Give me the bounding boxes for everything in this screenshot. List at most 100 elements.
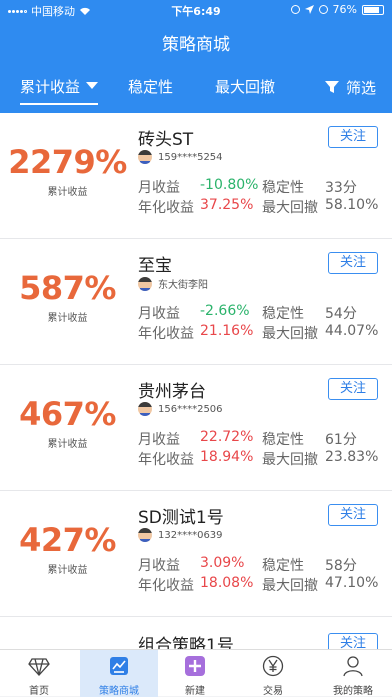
battery-percent: 76%: [332, 3, 357, 16]
avatar: [138, 150, 152, 164]
strategy-owner: 东大街李阳: [138, 276, 208, 291]
stability-label: 稳定性: [262, 306, 304, 322]
monthly-value: 22.72%: [200, 429, 254, 445]
tabbar-label: 首页: [29, 686, 49, 697]
annual-value: 18.08%: [200, 575, 254, 591]
metric-row: 年化收益 18.94% 最大回撤 23.83%: [138, 449, 378, 469]
cumulative-return: 587%: [19, 269, 116, 307]
stability-value: 61分: [325, 432, 357, 448]
strategy-name: 砖头ST: [138, 130, 194, 150]
metric-row: 年化收益 18.08% 最大回撤 47.10%: [138, 575, 378, 595]
drawdown-value: 44.07%: [325, 323, 379, 339]
monthly-label: 月收益: [138, 306, 180, 322]
monthly-label: 月收益: [138, 558, 180, 574]
tabbar-label: 我的策略: [333, 686, 373, 697]
diamond-icon: [28, 658, 50, 676]
strategy-card[interactable]: 427% 累计收益 SD测试1号 132****0639 关注 月收益 3.09…: [0, 491, 392, 617]
monthly-label: 月收益: [138, 432, 180, 448]
follow-button[interactable]: 关注: [328, 504, 378, 526]
user-icon: [343, 656, 363, 677]
owner-name: 156****2506: [158, 403, 223, 415]
follow-button[interactable]: 关注: [328, 126, 378, 148]
tabbar-home[interactable]: 首页: [0, 650, 78, 697]
tab-label: 累计收益: [20, 78, 81, 96]
cumulative-return: 2279%: [8, 143, 127, 181]
follow-button[interactable]: 关注: [328, 378, 378, 400]
stability-label: 稳定性: [262, 558, 304, 574]
annual-label: 年化收益: [138, 326, 194, 342]
drawdown-label: 最大回撤: [262, 578, 318, 594]
tab-label: 最大回撤: [215, 78, 276, 96]
strategy-owner: 156****2506: [138, 402, 223, 416]
owner-name: 东大街李阳: [158, 280, 208, 291]
monthly-value: -10.80%: [200, 177, 259, 193]
yen-icon: [262, 655, 284, 677]
annual-value: 21.16%: [200, 323, 254, 339]
strategy-name: SD测试1号: [138, 508, 224, 528]
strategy-owner: 132****0639: [138, 528, 223, 542]
metric-row: 月收益 22.72% 稳定性 61分: [138, 429, 378, 449]
top-header: 中国移动 下午6:49 76% 策略商城 累计收益 稳定性 最大回撤 筛选: [0, 0, 392, 113]
strategy-name: 贵州茅台: [138, 382, 206, 402]
stability-label: 稳定性: [262, 180, 304, 196]
annual-label: 年化收益: [138, 200, 194, 216]
strategy-list: 2279% 累计收益 砖头ST 159****5254 关注 月收益 -10.8…: [0, 113, 392, 677]
tabbar-strategy-mall[interactable]: 策略商城: [80, 650, 158, 697]
follow-button[interactable]: 关注: [328, 252, 378, 274]
drawdown-value: 23.83%: [325, 449, 379, 465]
metric-row: 月收益 -2.66% 稳定性 54分: [138, 303, 378, 323]
stability-label: 稳定性: [262, 432, 304, 448]
cumulative-label: 累计收益: [47, 439, 88, 450]
tabbar-new[interactable]: 新建: [156, 650, 234, 697]
drawdown-label: 最大回撤: [262, 200, 318, 216]
page-title: 策略商城: [162, 35, 230, 55]
stability-value: 33分: [325, 180, 357, 196]
location-icon: [304, 5, 314, 14]
sort-tabs: 累计收益 稳定性 最大回撤 筛选: [0, 75, 392, 105]
monthly-value: -2.66%: [200, 303, 250, 319]
tab-stability[interactable]: 稳定性: [128, 75, 173, 105]
filter-icon: [324, 81, 339, 93]
tabbar-label: 交易: [263, 686, 283, 697]
battery-icon: [362, 4, 384, 15]
owner-name: 132****0639: [158, 529, 223, 541]
tab-label: 稳定性: [128, 78, 174, 96]
monthly-label: 月收益: [138, 180, 180, 196]
owner-name: 159****5254: [158, 151, 223, 163]
status-bar: 中国移动 下午6:49 76%: [0, 0, 392, 20]
tabbar-label: 策略商城: [99, 686, 139, 697]
cumulative-return: 427%: [19, 521, 116, 559]
tab-cumulative[interactable]: 累计收益: [20, 75, 99, 105]
rotation-lock-icon: [290, 5, 300, 14]
drawdown-label: 最大回撤: [262, 326, 318, 342]
filter-button[interactable]: 筛选: [324, 75, 376, 99]
annual-value: 37.25%: [200, 197, 254, 213]
cumulative-label: 累计收益: [47, 313, 88, 324]
tabbar-trade[interactable]: 交易: [234, 650, 312, 697]
annual-label: 年化收益: [138, 578, 194, 594]
avatar: [138, 276, 152, 291]
metric-row: 月收益 -10.80% 稳定性 33分: [138, 177, 378, 197]
annual-label: 年化收益: [138, 452, 194, 468]
cumulative-label: 累计收益: [47, 187, 88, 198]
strategy-card[interactable]: 2279% 累计收益 砖头ST 159****5254 关注 月收益 -10.8…: [0, 113, 392, 239]
alarm-icon: [318, 5, 328, 14]
tab-drawdown[interactable]: 最大回撤: [215, 75, 275, 105]
avatar: [138, 402, 152, 416]
strategy-card[interactable]: 587% 累计收益 至宝 东大街李阳 关注 月收益 -2.66% 稳定性 54分…: [0, 239, 392, 365]
metric-row: 年化收益 37.25% 最大回撤 58.10%: [138, 197, 378, 217]
caret-down-icon: [86, 82, 99, 89]
strategy-card[interactable]: 467% 累计收益 贵州茅台 156****2506 关注 月收益 22.72%…: [0, 365, 392, 491]
annual-value: 18.94%: [200, 449, 254, 465]
monthly-value: 3.09%: [200, 555, 245, 571]
chart-icon: [110, 657, 128, 675]
avatar: [138, 528, 152, 542]
drawdown-value: 58.10%: [325, 197, 379, 213]
tabbar-my-strategies[interactable]: 我的策略: [314, 650, 392, 697]
plus-icon: [185, 656, 205, 676]
metric-row: 年化收益 21.16% 最大回撤 44.07%: [138, 323, 378, 343]
strategy-owner: 159****5254: [138, 150, 223, 164]
metric-row: 月收益 3.09% 稳定性 58分: [138, 555, 378, 575]
filter-label: 筛选: [345, 78, 376, 97]
stability-value: 58分: [325, 558, 357, 574]
